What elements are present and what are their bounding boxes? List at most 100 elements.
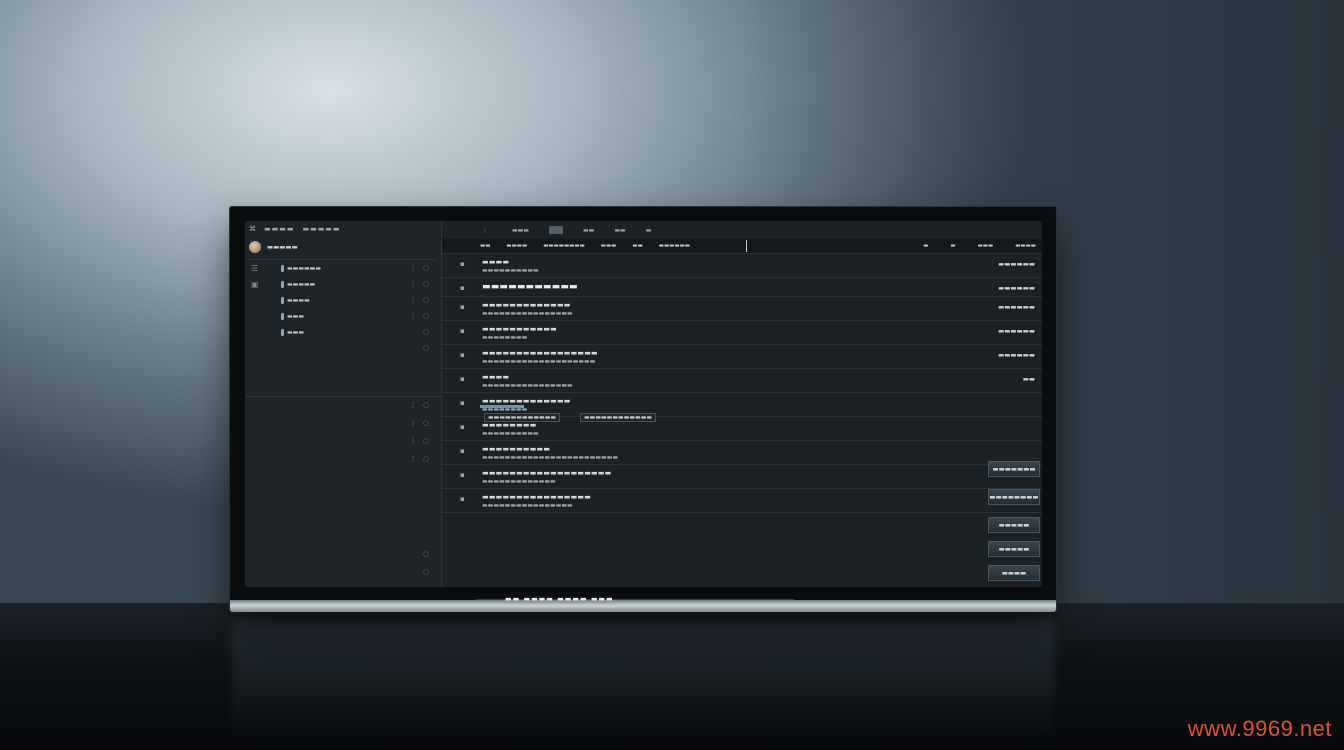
item-marker-icon <box>281 328 284 336</box>
filter-chip[interactable]: ▬▬▬▬▬▬▬▬▬▬▬▬ <box>484 413 561 422</box>
row-marker-icon: ▪ <box>460 495 465 503</box>
sidebar-item-label: ▬▬▬▬▬▬ <box>287 264 322 272</box>
lower-action[interactable]: ◌ <box>423 550 431 558</box>
row-subtitle: ▬▬▬▬▬▬▬▬▬▬▬▬▬▬▬▬ <box>482 382 573 389</box>
side-action-button[interactable]: ▬▬▬▬▬ <box>988 517 1040 533</box>
left-search-row: ▬▬▬▬▬ <box>249 239 437 260</box>
row-title: ▬▬▬▬▬▬▬▬▬▬▬▬▬▬▬▬▬▬▬ <box>482 469 612 477</box>
sidebar-item[interactable]: ▬▬▬ ◌ <box>245 324 441 340</box>
item-actions[interactable]: ◌ <box>423 344 431 352</box>
row-marker-icon: ▪ <box>460 284 465 292</box>
sidebar-item[interactable]: ▬▬▬▬ ⋮ ◌ <box>245 292 441 308</box>
lower-action[interactable]: ⋮ ◌ <box>410 437 431 445</box>
sidebar-item[interactable]: ◌ <box>245 340 441 356</box>
list-item[interactable]: ▪ ▬▬▬▬▬▬▬▬▬▬▬▬▬ ▬▬▬▬▬▬▬▬▬▬▬▬▬▬▬▬ ▬▬▬▬▬▬ <box>442 297 1042 321</box>
list-item[interactable]: ▪ ▬▬▬▬▬▬▬▬▬▬▬▬▬▬▬▬ ▬▬▬▬▬▬▬▬▬▬▬▬▬▬▬▬ <box>442 489 1042 513</box>
row-title: ▬▬▬▬▬▬▬▬▬▬▬▬▬ <box>482 397 571 405</box>
list-item[interactable]: ▪ ▬▬▬▬ ▬▬▬▬▬▬▬▬▬▬ ▬▬▬▬▬▬ <box>442 254 1042 278</box>
selection-highlight <box>480 405 524 408</box>
column-header[interactable]: ▬▬▬▬▬▬ <box>659 243 690 249</box>
item-actions[interactable]: ⋮ ◌ <box>410 280 431 288</box>
column-header[interactable]: ▬▬ <box>480 243 490 249</box>
toolbar-button[interactable]: ▬ <box>646 227 656 234</box>
column-header[interactable]: ▬▬ <box>632 243 642 249</box>
sidebar-item[interactable]: ☰ ▬▬▬▬▬▬ ⋮ ◌ <box>245 260 441 276</box>
list-item[interactable]: ▪ ▬▬▬▬▬▬▬▬▬▬▬ ▬▬▬▬▬▬▬▬ ▬▬▬▬▬▬ <box>442 321 1042 345</box>
sidebar-item-label: ▬▬▬▬ <box>287 296 310 304</box>
search-input[interactable]: ▬▬▬▬▬ <box>267 243 298 251</box>
toolbar: ⋮ ▬▬▬ ▬▬ ▬▬ ▬ <box>442 221 1042 239</box>
row-title: ▬▬▬▬▬▬▬▬▬▬▬ <box>482 282 578 292</box>
filter-chip[interactable]: ▬▬▬▬▬▬▬▬▬▬▬▬ <box>580 413 657 422</box>
toolbar-button[interactable]: ▬▬ <box>614 227 625 234</box>
monitor-reflection <box>232 620 1054 740</box>
list-item[interactable]: ▪ ▬▬▬▬▬▬▬▬▬▬▬▬▬▬▬▬▬ ▬▬▬▬▬▬▬▬▬▬▬▬▬▬▬▬▬▬▬▬… <box>442 345 1042 369</box>
row-tag[interactable]: ▬▬▬▬▬▬ <box>995 259 1038 269</box>
row-tag[interactable]: ▬▬▬▬▬▬ <box>995 302 1038 312</box>
row-title: ▬▬▬▬▬▬▬▬▬▬▬ <box>482 325 557 333</box>
row-marker-icon: ▪ <box>460 327 465 335</box>
toolbar-button[interactable]: ⋮ <box>482 227 492 234</box>
lower-action[interactable]: ◌ <box>423 568 431 576</box>
row-tag[interactable]: ▬▬▬▬▬▬ <box>995 283 1038 293</box>
row-subtitle: ▬▬▬▬▬▬▬▬ <box>482 406 528 413</box>
row-title: ▬▬▬▬▬▬▬▬ <box>482 421 537 429</box>
main-pane: ⋮ ▬▬▬ ▬▬ ▬▬ ▬ ▬▬ ▬▬▬▬ ▬▬▬▬▬▬▬▬ ▬▬▬ ▬▬ ▬▬… <box>442 221 1042 587</box>
column-header[interactable]: ▬▬▬▬ <box>1015 243 1036 249</box>
item-marker-icon <box>281 280 284 288</box>
list-item[interactable]: ▪ ▬▬▬▬▬▬▬▬▬▬▬ ▬▬▬▬▬▬ <box>442 278 1042 297</box>
side-action-button[interactable]: ▬▬▬▬▬▬▬ <box>988 461 1040 477</box>
item-actions[interactable]: ⋮ ◌ <box>410 296 431 304</box>
column-header[interactable]: ▬▬▬▬▬▬▬▬ <box>543 243 585 249</box>
monitor-bottom-bezel <box>230 600 1056 612</box>
lower-action[interactable]: ⋮ ◌ <box>410 401 431 409</box>
row-tag[interactable]: ▬▬▬▬▬▬ <box>995 350 1038 360</box>
toolbar-button[interactable]: ▬▬▬ <box>512 227 529 234</box>
left-header-item-1[interactable]: ▬▬▬▬ <box>264 225 294 233</box>
row-tag[interactable]: ▬▬ <box>1019 374 1038 384</box>
side-action-button[interactable]: ▬▬▬▬▬▬▬▬ <box>988 489 1040 505</box>
column-header[interactable]: ▬ <box>950 243 955 249</box>
avatar[interactable] <box>249 241 261 253</box>
row-marker-icon: ▪ <box>460 375 465 383</box>
side-action-button[interactable]: ▬▬▬▬▬ <box>988 541 1040 557</box>
list-item[interactable]: ▪ ▬▬▬▬▬▬▬▬▬▬ ▬▬▬▬▬▬▬▬▬▬▬▬▬▬▬▬▬▬▬▬▬▬▬▬ <box>442 441 1042 465</box>
column-header[interactable]: ▬▬▬ <box>978 243 994 249</box>
item-marker-icon <box>281 312 284 320</box>
row-marker-icon: ▪ <box>460 351 465 359</box>
stand-label: ▬▬ ▬▬▬▬ ▬▬▬▬ ▬▬▬ <box>505 595 614 603</box>
row-marker-icon: ▪ <box>460 447 465 455</box>
sidebar-item[interactable]: ▬▬▬ ⋮ ◌ <box>245 308 441 324</box>
row-subtitle: ▬▬▬▬▬▬▬▬▬▬▬▬▬ <box>482 478 556 485</box>
list-item[interactable]: ▪ ▬▬▬▬ ▬▬▬▬▬▬▬▬▬▬▬▬▬▬▬▬ ▬▬ <box>442 369 1042 393</box>
item-actions[interactable]: ⋮ ◌ <box>410 264 431 272</box>
toolbar-button[interactable]: ▬▬ <box>583 227 594 234</box>
left-header-item-0[interactable]: ⌘ <box>249 225 256 233</box>
row-tag[interactable]: ▬▬▬▬▬▬ <box>995 326 1038 336</box>
sidebar-list: ☰ ▬▬▬▬▬▬ ⋮ ◌ ▣ ▬▬▬▬▬ ⋮ ◌ ▬▬▬▬ ⋮ ◌ ▬▬▬ ⋮ … <box>245 260 441 356</box>
monitor-screen: ⌘ ▬▬▬▬ ▬▬▬▬▬ ▬▬▬▬▬ ☰ ▬▬▬▬▬▬ ⋮ ◌ ▣ ▬▬▬▬▬ … <box>245 221 1042 587</box>
text-cursor <box>745 240 747 252</box>
column-header[interactable]: ▬ <box>923 243 928 249</box>
row-title: ▬▬▬▬▬▬▬▬▬▬▬▬▬▬▬▬▬ <box>482 349 598 357</box>
row-marker-icon: ▪ <box>460 260 465 268</box>
sidebar-item[interactable]: ▣ ▬▬▬▬▬ ⋮ ◌ <box>245 276 441 292</box>
row-marker-icon: ▪ <box>460 471 465 479</box>
sidebar-item-label: ▬▬▬ <box>287 328 305 336</box>
column-header[interactable]: ▬▬▬ <box>601 243 617 249</box>
item-marker-icon <box>281 264 284 272</box>
left-header-item-2[interactable]: ▬▬▬▬▬ <box>302 225 340 233</box>
row-subtitle: ▬▬▬▬▬▬▬▬▬▬▬▬▬▬▬▬▬▬▬▬▬▬▬▬ <box>482 454 619 461</box>
menu-icon: ☰ <box>251 263 259 273</box>
lower-action[interactable]: ⋮ ◌ <box>410 419 431 427</box>
lower-action[interactable]: ⋮ ◌ <box>410 455 431 463</box>
column-header[interactable]: ▬▬▬▬ <box>506 243 527 249</box>
item-actions[interactable]: ⋮ ◌ <box>410 312 431 320</box>
item-actions[interactable]: ◌ <box>423 328 431 336</box>
side-action-button[interactable]: ▬▬▬▬ <box>988 565 1040 581</box>
list-item[interactable]: ▪ ▬▬▬▬▬▬▬▬▬▬▬▬▬▬▬▬▬▬▬ ▬▬▬▬▬▬▬▬▬▬▬▬▬ <box>442 465 1042 489</box>
column-header-right: ▬ ▬ ▬▬▬ ▬▬▬▬ <box>923 243 1042 249</box>
sidebar-divider <box>245 396 441 397</box>
toolbar-toggle[interactable] <box>549 226 564 234</box>
row-subtitle: ▬▬▬▬▬▬▬▬▬▬ <box>482 430 539 437</box>
